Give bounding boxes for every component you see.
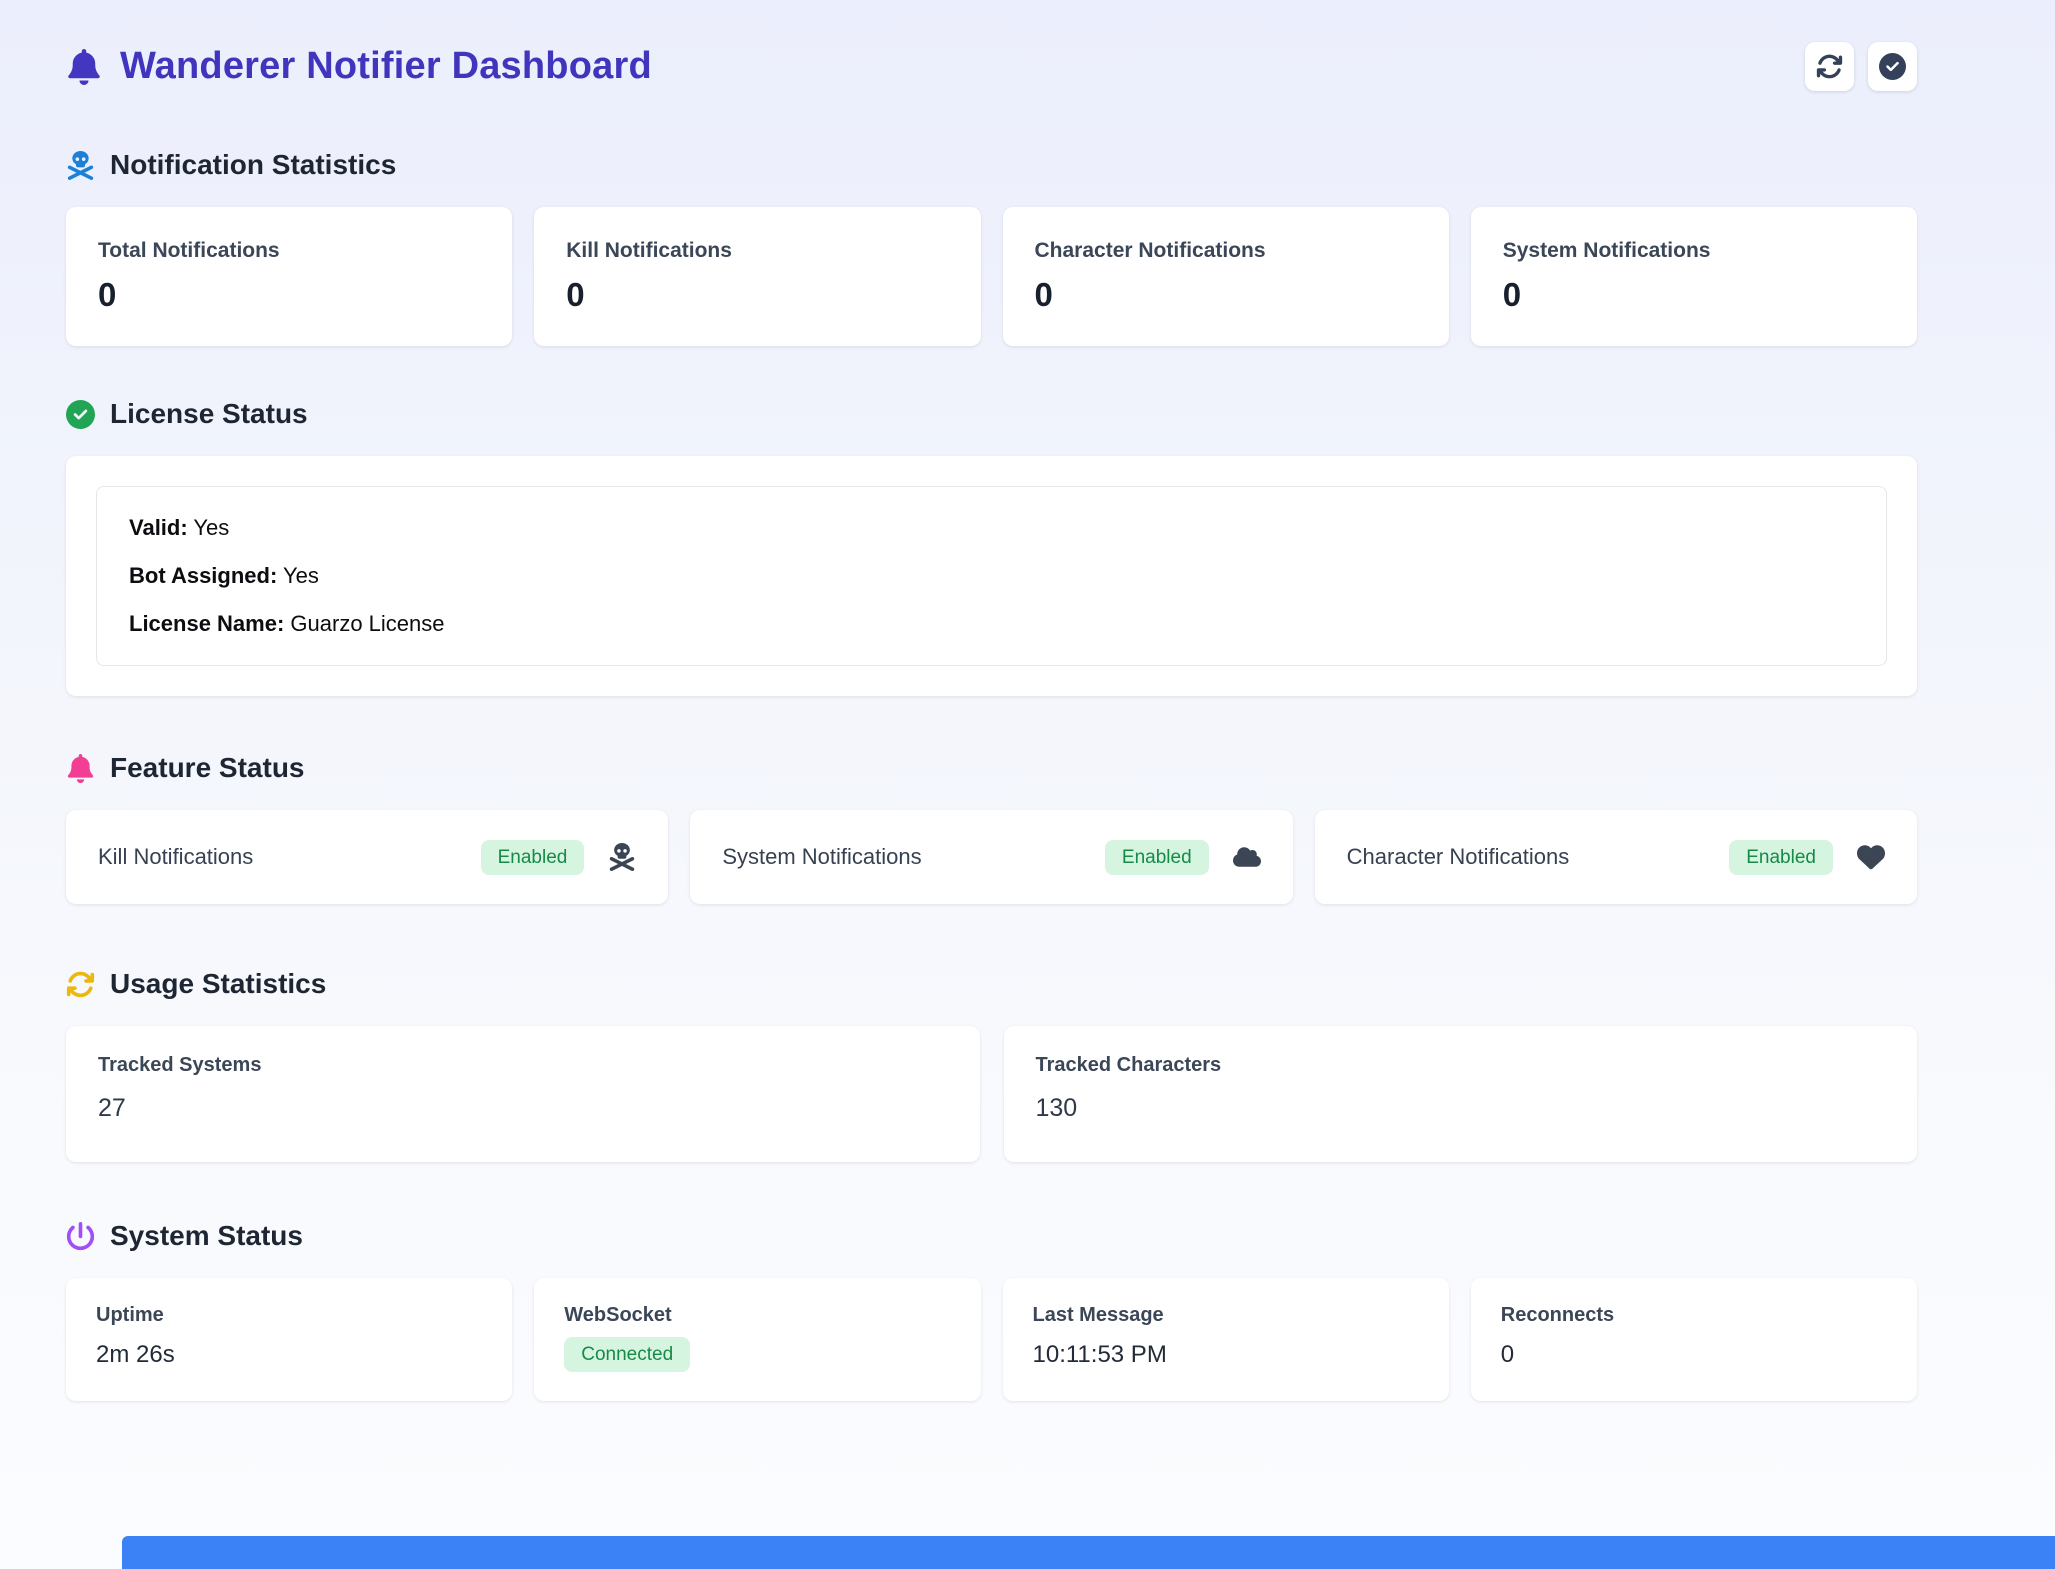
bell-icon xyxy=(66,49,102,85)
header: Wanderer Notifier Dashboard xyxy=(66,42,1917,91)
status-badge: Enabled xyxy=(481,840,585,875)
dashboard-page: Wanderer Notifier Dashboard Notification… xyxy=(0,0,2055,1401)
system-value: 10:11:53 PM xyxy=(1033,1341,1419,1369)
cloud-icon xyxy=(1233,843,1261,871)
license-field-label: Valid: xyxy=(129,515,188,540)
bell-icon xyxy=(66,754,95,783)
system-label: Reconnects xyxy=(1501,1304,1887,1327)
feature-card-system-notifications: System Notifications Enabled xyxy=(690,810,1292,904)
stat-value: 0 xyxy=(1503,276,1885,314)
usage-value: 27 xyxy=(98,1094,948,1123)
usage-stats-grid: Tracked Systems 27 Tracked Characters 13… xyxy=(66,1026,1917,1162)
section-title: License Status xyxy=(110,398,308,430)
refresh-button[interactable] xyxy=(1805,42,1854,91)
feature-label: Kill Notifications xyxy=(98,844,253,870)
stat-label: Character Notifications xyxy=(1035,239,1417,263)
feature-status-header: Feature Status xyxy=(66,752,1917,784)
feature-status-group: Enabled xyxy=(1729,840,1885,875)
usage-value: 130 xyxy=(1036,1094,1886,1123)
check-circle-icon xyxy=(66,400,95,429)
license-field-label: Bot Assigned: xyxy=(129,563,277,588)
notification-statistics-header: Notification Statistics xyxy=(66,149,1917,181)
section-notification-statistics: Notification Statistics Total Notificati… xyxy=(66,149,1917,346)
system-label: WebSocket xyxy=(564,1304,950,1327)
skull-crossbones-icon xyxy=(608,843,636,871)
stat-value: 0 xyxy=(98,276,480,314)
sync-icon xyxy=(66,970,95,999)
feature-card-character-notifications: Character Notifications Enabled xyxy=(1315,810,1917,904)
header-title-group: Wanderer Notifier Dashboard xyxy=(66,45,652,88)
system-card-last-message: Last Message 10:11:53 PM xyxy=(1003,1278,1449,1401)
system-card-reconnects: Reconnects 0 xyxy=(1471,1278,1917,1401)
section-system-status: System Status Uptime 2m 26s WebSocket Co… xyxy=(66,1220,1917,1401)
system-label: Last Message xyxy=(1033,1304,1419,1327)
stat-card-character-notifications: Character Notifications 0 xyxy=(1003,207,1449,346)
license-details-box: Valid: Yes Bot Assigned: Yes License Nam… xyxy=(96,486,1887,666)
power-icon xyxy=(66,1222,95,1251)
system-value: 2m 26s xyxy=(96,1341,482,1369)
connected-badge: Connected xyxy=(564,1337,690,1372)
stat-label: System Notifications xyxy=(1503,239,1885,263)
bottom-blue-bar xyxy=(122,1536,2055,1569)
usage-label: Tracked Characters xyxy=(1036,1054,1886,1077)
feature-card-kill-notifications: Kill Notifications Enabled xyxy=(66,810,668,904)
feature-label: Character Notifications xyxy=(1347,844,1570,870)
usage-label: Tracked Systems xyxy=(98,1054,948,1077)
system-card-uptime: Uptime 2m 26s xyxy=(66,1278,512,1401)
stat-card-kill-notifications: Kill Notifications 0 xyxy=(534,207,980,346)
section-feature-status: Feature Status Kill Notifications Enable… xyxy=(66,752,1917,904)
header-actions xyxy=(1805,42,1917,91)
license-field-value: Yes xyxy=(283,563,319,588)
license-field-label: License Name: xyxy=(129,611,284,636)
heart-icon xyxy=(1857,843,1885,871)
stat-label: Total Notifications xyxy=(98,239,480,263)
usage-card-tracked-characters: Tracked Characters 130 xyxy=(1004,1026,1918,1162)
system-badge-wrap: Connected xyxy=(564,1337,950,1372)
license-field-valid: Valid: Yes xyxy=(129,515,1854,541)
license-status-header: License Status xyxy=(66,398,1917,430)
system-status-header: System Status xyxy=(66,1220,1917,1252)
stat-card-system-notifications: System Notifications 0 xyxy=(1471,207,1917,346)
stat-value: 0 xyxy=(1035,276,1417,314)
license-field-license-name: License Name: Guarzo License xyxy=(129,611,1854,637)
system-value: 0 xyxy=(1501,1341,1887,1369)
feature-status-grid: Kill Notifications Enabled System Notifi… xyxy=(66,810,1917,904)
feature-label: System Notifications xyxy=(722,844,921,870)
refresh-icon xyxy=(1816,53,1843,80)
notification-stats-grid: Total Notifications 0 Kill Notifications… xyxy=(66,207,1917,346)
usage-statistics-header: Usage Statistics xyxy=(66,968,1917,1000)
feature-status-group: Enabled xyxy=(1105,840,1261,875)
stat-card-total-notifications: Total Notifications 0 xyxy=(66,207,512,346)
system-status-grid: Uptime 2m 26s WebSocket Connected Last M… xyxy=(66,1278,1917,1401)
usage-card-tracked-systems: Tracked Systems 27 xyxy=(66,1026,980,1162)
license-card: Valid: Yes Bot Assigned: Yes License Nam… xyxy=(66,456,1917,696)
status-check-button[interactable] xyxy=(1868,42,1917,91)
status-badge: Enabled xyxy=(1105,840,1209,875)
feature-status-group: Enabled xyxy=(481,840,637,875)
stat-label: Kill Notifications xyxy=(566,239,948,263)
stat-value: 0 xyxy=(566,276,948,314)
license-field-value: Yes xyxy=(193,515,229,540)
status-badge: Enabled xyxy=(1729,840,1833,875)
license-field-value: Guarzo License xyxy=(290,611,444,636)
system-label: Uptime xyxy=(96,1304,482,1327)
section-title: Usage Statistics xyxy=(110,968,326,1000)
section-usage-statistics: Usage Statistics Tracked Systems 27 Trac… xyxy=(66,968,1917,1162)
system-card-websocket: WebSocket Connected xyxy=(534,1278,980,1401)
section-license-status: License Status Valid: Yes Bot Assigned: … xyxy=(66,398,1917,696)
page-title: Wanderer Notifier Dashboard xyxy=(120,45,652,88)
section-title: Notification Statistics xyxy=(110,149,396,181)
skull-crossbones-icon xyxy=(66,151,95,180)
section-title: System Status xyxy=(110,1220,303,1252)
check-circle-icon xyxy=(1879,53,1906,80)
license-field-bot-assigned: Bot Assigned: Yes xyxy=(129,563,1854,589)
section-title: Feature Status xyxy=(110,752,305,784)
